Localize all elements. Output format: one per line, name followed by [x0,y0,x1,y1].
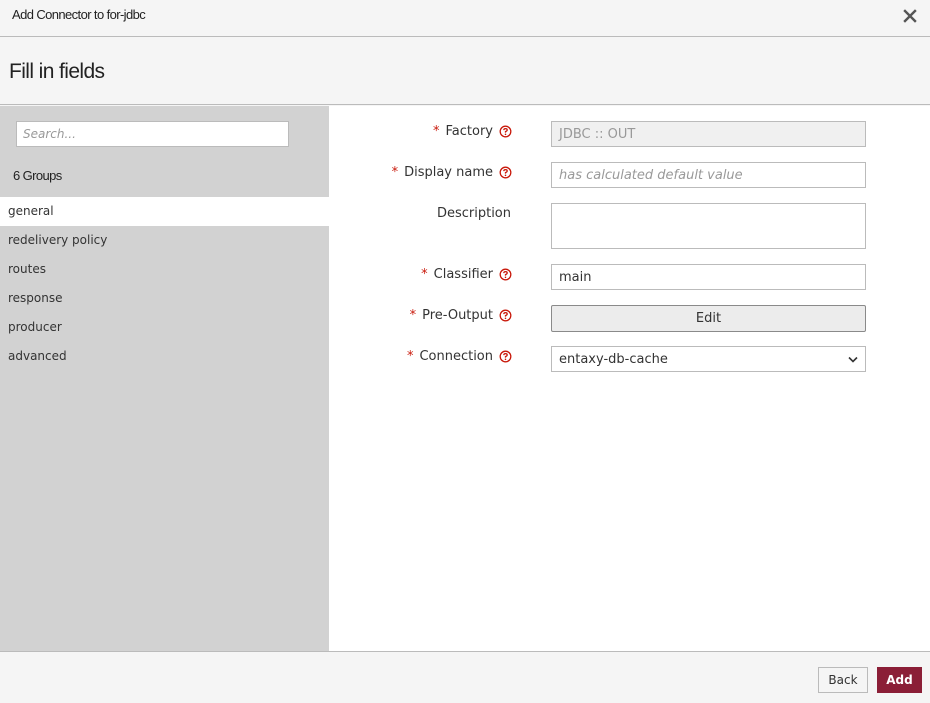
add-button[interactable]: Add [877,667,922,693]
help-circle-icon[interactable] [499,268,512,281]
required-marker: * [391,165,399,180]
wizard-title: Fill in fields [9,60,105,83]
factory-label-text: Factory [445,124,494,139]
help-circle-icon[interactable] [499,309,512,322]
modal-footer: Back Add [0,651,930,703]
factory-label: * Factory [433,124,512,139]
description-label: Description [437,206,511,221]
groups-count: 6 Groups [13,168,62,183]
wizard-header: Fill in fields [0,37,930,105]
back-button[interactable]: Back [818,667,868,693]
required-marker: * [409,308,417,323]
required-marker: * [433,124,440,139]
classifier-label-text: Classifier [433,267,493,282]
modal-title: Add Connector to for-jdbc [12,7,146,22]
required-marker: * [406,349,414,364]
classifier-label: * Classifier [421,267,512,282]
pre-output-edit-button[interactable]: Edit [551,305,866,332]
pre-output-label-text: Pre-Output [422,308,493,323]
group-list: general redelivery policy routes respons… [0,197,329,371]
connection-label: * Connection [407,349,512,364]
group-item-redelivery-policy[interactable]: redelivery policy [0,226,329,255]
close-icon [903,9,917,23]
display-name-input[interactable] [551,162,866,188]
search-input[interactable] [16,121,289,147]
factory-field: JDBC :: OUT [551,121,866,147]
help-circle-icon[interactable] [499,350,512,363]
group-item-general[interactable]: general [0,197,329,226]
required-marker: * [421,267,428,282]
chevron-down-icon [848,356,858,363]
connection-label-text: Connection [419,349,493,364]
display-name-label-text: Display name [404,165,493,180]
help-circle-icon[interactable] [499,166,512,179]
pre-output-label: * Pre-Output [410,308,512,323]
help-circle-icon[interactable] [499,125,512,138]
connection-select[interactable]: entaxy-db-cache [551,346,866,372]
wizard-body: 6 Groups general redelivery policy route… [0,106,930,651]
description-input[interactable] [551,203,866,249]
description-label-text: Description [436,206,511,221]
group-item-producer[interactable]: producer [0,313,329,342]
groups-sidebar: 6 Groups general redelivery policy route… [0,106,329,651]
group-item-advanced[interactable]: advanced [0,342,329,371]
group-item-response[interactable]: response [0,284,329,313]
classifier-input[interactable] [551,264,866,290]
form-area: * Factory JDBC :: OUT * Display name has… [329,106,930,651]
modal-header: Add Connector to for-jdbc [0,0,930,37]
add-connector-modal: Add Connector to for-jdbc Fill in fields… [0,0,930,703]
connection-selected-value: entaxy-db-cache [559,351,668,367]
close-button[interactable] [900,6,920,26]
group-item-routes[interactable]: routes [0,255,329,284]
display-name-label: * Display name [392,165,512,180]
